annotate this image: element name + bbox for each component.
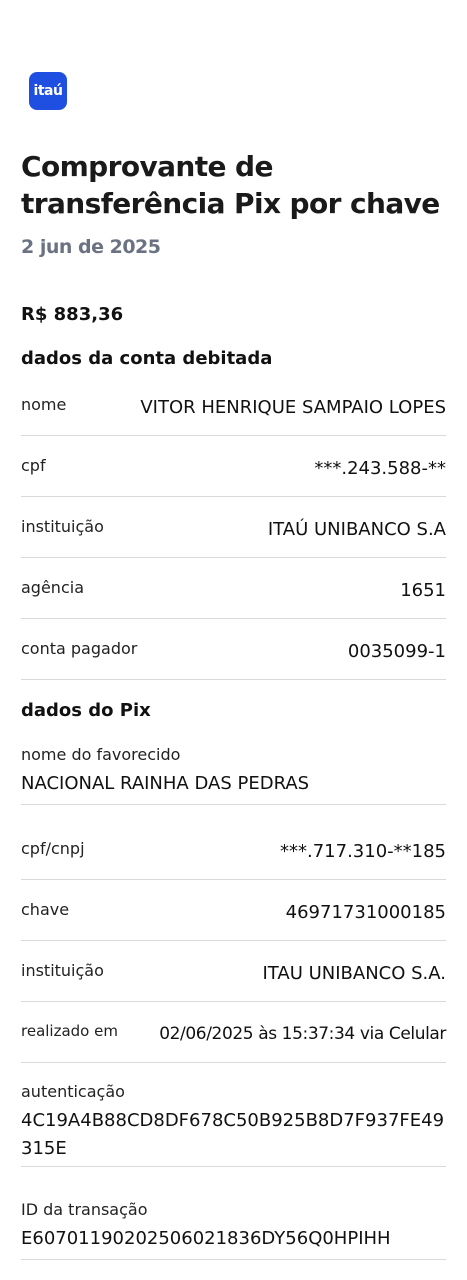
row-label: instituição [21, 517, 104, 536]
row-label: nome do favorecido [21, 745, 181, 764]
row-value: 02/06/2025 às 15:37:34 via Celular [159, 1024, 446, 1044]
row-label: realizado em [21, 1022, 118, 1040]
row-label: chave [21, 900, 70, 919]
row-label: agência [21, 578, 84, 597]
row-value: E60701190202506021836DY56Q0HPIHH [21, 1228, 391, 1249]
pix-row-autenticacao: autenticação 4C19A4B88CD8DF678C50B925B8D… [21, 1082, 446, 1167]
pix-row-favorecido: nome do favorecido NACIONAL RAINHA DAS P… [21, 745, 446, 805]
row-label: ID da transação [21, 1200, 148, 1219]
debit-row-agencia: agência 1651 [21, 578, 446, 619]
receipt-date: 2 jun de 2025 [21, 236, 161, 258]
row-value: ITAÚ UNIBANCO S.A [267, 519, 446, 540]
pix-section-heading: dados do Pix [21, 700, 151, 721]
debit-row-instituicao: instituição ITAÚ UNIBANCO S.A [21, 517, 446, 558]
row-value: 0035099-1 [347, 641, 446, 662]
pix-row-id-transacao: ID da transação E60701190202506021836DY5… [21, 1200, 446, 1260]
row-label: cpf [21, 456, 46, 475]
page-title: Comprovante de transferência Pix por cha… [21, 150, 440, 220]
debit-row-nome: nome VITOR HENRIQUE SAMPAIO LOPES [21, 395, 446, 436]
debit-row-conta: conta pagador 0035099-1 [21, 639, 446, 680]
row-label: conta pagador [21, 639, 138, 658]
row-value: ***.717.310-**185 [279, 841, 446, 862]
row-label: autenticação [21, 1082, 125, 1101]
itau-logo: itaú [29, 72, 67, 110]
row-value: ITAU UNIBANCO S.A. [262, 963, 446, 984]
pix-row-chave: chave 46971731000185 [21, 900, 446, 941]
row-value: 1651 [400, 580, 446, 601]
debit-section-heading: dados da conta debitada [21, 348, 273, 369]
row-label: nome [21, 395, 67, 414]
pix-row-cpf-cnpj: cpf/cnpj ***.717.310-**185 [21, 839, 446, 880]
row-value: VITOR HENRIQUE SAMPAIO LOPES [140, 397, 446, 418]
row-value: ***.243.588-** [314, 458, 446, 479]
pix-row-instituicao: instituição ITAU UNIBANCO S.A. [21, 961, 446, 1002]
row-value: NACIONAL RAINHA DAS PEDRAS [21, 773, 310, 794]
row-label: instituição [21, 961, 104, 980]
row-value: 46971731000185 [285, 902, 446, 923]
pix-row-realizado-em: realizado em 02/06/2025 às 15:37:34 via … [21, 1022, 446, 1063]
debit-row-cpf: cpf ***.243.588-** [21, 456, 446, 497]
row-value: 4C19A4B88CD8DF678C50B925B8D7F937FE49315E [21, 1110, 445, 1159]
transfer-amount: R$ 883,36 [21, 304, 124, 325]
row-label: cpf/cnpj [21, 839, 85, 858]
